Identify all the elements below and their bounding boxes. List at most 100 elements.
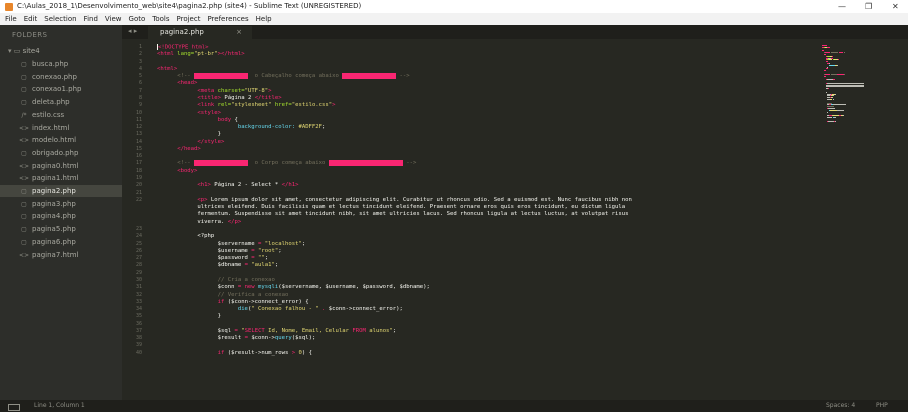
line-number: 31 (135, 284, 142, 291)
code-line[interactable]: <head> (157, 80, 197, 86)
code-line[interactable]: } (157, 313, 221, 319)
menu-tools[interactable]: Tools (152, 15, 169, 23)
code-line[interactable]: fermentum. Suspendisse sit amet tincidun… (157, 211, 628, 217)
sidebar-file[interactable]: <> pagina0.html (0, 160, 122, 172)
code-token: rel= (217, 102, 232, 109)
code-line[interactable]: <h1> Página 2 - Select * </h1> (157, 182, 298, 188)
code-line[interactable]: <!DOCTYPE html> (157, 44, 209, 51)
sidebar-file[interactable]: ▢ conexao.php (0, 71, 122, 83)
code-line[interactable]: ultrices eleifend. Duis facilisis quam e… (157, 204, 625, 210)
line-number: 33 (135, 298, 142, 305)
code-line[interactable]: background-color: #ADFF2F; (157, 124, 326, 130)
maximize-button[interactable]: ❐ (865, 0, 872, 13)
sidebar-file[interactable]: <> modelo.html (0, 134, 122, 146)
sidebar-file[interactable]: ▢ pagina4.php (0, 210, 122, 222)
sidebar-file[interactable]: <> pagina7.html (0, 249, 122, 261)
code-line[interactable]: </style> (157, 139, 224, 145)
code-line[interactable]: die(" Conexao falhou - " . $conn->connec… (157, 306, 403, 312)
code-line[interactable]: $password = ""; (157, 255, 269, 261)
html-file-icon: <> (19, 175, 30, 183)
code-line[interactable]: <title> Página 2 </title> (157, 94, 281, 101)
minimap-line (833, 79, 835, 81)
code-line[interactable]: <html lang="pt-br"></html> (157, 51, 245, 57)
sidebar-file[interactable]: <> pagina1.html (0, 172, 122, 184)
sidebar-file[interactable]: ▢ pagina6.php (0, 236, 122, 248)
code-token: "root" (258, 247, 279, 254)
sidebar-file[interactable]: ▢ pagina5.php (0, 223, 122, 235)
code-line[interactable]: <meta charset="UTF-8"> (157, 88, 271, 94)
sidebar-file-label: pagina0.html (32, 161, 79, 170)
line-number: 21 (135, 189, 142, 196)
code-line[interactable]: $dbname = "aula1"; (157, 262, 279, 269)
tab-pagina2[interactable]: pagina2.php × (148, 26, 252, 39)
code-line[interactable]: $conn = new mysqli($servername, $usernam… (157, 284, 430, 290)
minimap-line (830, 73, 838, 75)
line-number: 15 (135, 145, 142, 152)
code-line[interactable]: </head> (157, 146, 201, 152)
minimap[interactable] (818, 39, 908, 400)
code-token: <style> (157, 109, 221, 116)
menu-goto[interactable]: Goto (129, 15, 146, 23)
folder-site4[interactable]: ▾ ▭ site4 (0, 45, 122, 57)
code-line[interactable]: $sql = "SELECT Id, Nome, Email, Celular … (157, 328, 397, 334)
panel-toggle-icon[interactable] (8, 404, 20, 411)
close-button[interactable]: ✕ (892, 0, 899, 13)
code-line[interactable]: $servername = "localhost"; (157, 241, 306, 247)
code-line[interactable]: $result = $conn->query($sql); (157, 335, 316, 342)
tab-bar: ◂ ▸ pagina2.php × (122, 25, 908, 39)
code-line[interactable]: <link rel="stylesheet" href="estilo.css"… (157, 102, 335, 109)
code-token: ; (274, 262, 279, 269)
menu-project[interactable]: Project (177, 15, 201, 23)
menu-file[interactable]: File (5, 15, 17, 23)
menu-find[interactable]: Find (84, 15, 98, 23)
syntax-mode[interactable]: PHP (876, 400, 888, 412)
code-line[interactable]: body { (157, 117, 238, 123)
menu-edit[interactable]: Edit (24, 15, 38, 23)
minimap-line (830, 52, 839, 54)
sidebar-file[interactable]: /* estilo.css (0, 109, 122, 121)
sidebar-file[interactable]: ▢ busca.php (0, 58, 122, 70)
code-line[interactable]: <body> (157, 168, 197, 174)
code-line[interactable]: // Verifica a conexao (157, 291, 289, 298)
code-token: } (157, 131, 221, 138)
sidebar-file-label: obrigado.php (32, 148, 79, 157)
code-line[interactable]: <html> (157, 66, 177, 72)
sidebar-file[interactable]: ▢ obrigado.php (0, 147, 122, 159)
code-line[interactable]: <style> (157, 110, 221, 116)
tab-nav-arrows-icon[interactable]: ◂ ▸ (128, 27, 137, 35)
code-line[interactable]: <p> Lorem ipsum dolor sit amet, consecte… (157, 197, 631, 203)
file-icon: ▢ (21, 149, 27, 157)
code-line[interactable]: if ($result->num_rows > 0) { (157, 350, 312, 356)
code-token: <title> (157, 94, 221, 101)
code-token: Página 2 (221, 94, 255, 101)
sidebar-file[interactable]: ▢ deleta.php (0, 96, 122, 108)
code-line[interactable]: } (157, 131, 221, 137)
code-token: } (157, 313, 221, 320)
minimap-line (837, 73, 844, 75)
code-line[interactable]: if ($conn->connect_error) { (157, 299, 309, 305)
code-area[interactable]: <!DOCTYPE html> <html lang="pt-br"></html… (157, 39, 817, 400)
code-editor[interactable]: 1 2 3 4 5 6 7 8 9 10 11 12 13 14 15 16 17 18 19 20 21 22 23 24 2… (122, 39, 908, 400)
indentation-setting[interactable]: Spaces: 4 (826, 400, 855, 412)
code-line[interactable]: $username = "root"; (157, 248, 282, 254)
code-line[interactable]: viverra. </p> (157, 219, 241, 225)
code-token: <html (157, 51, 178, 58)
tab-close-icon[interactable]: × (236, 26, 242, 39)
code-token: // Verifica a conexao (157, 291, 289, 298)
sidebar-file[interactable]: ▢ pagina2.php (0, 185, 122, 197)
menu-selection[interactable]: Selection (44, 15, 76, 23)
code-line[interactable]: <!-- ================ o Cabeçalho começa… (157, 73, 410, 80)
menu-view[interactable]: View (105, 15, 122, 23)
menu-help[interactable]: Help (256, 15, 272, 23)
menu-preferences[interactable]: Preferences (207, 15, 248, 23)
code-token: ($sql); (291, 335, 316, 342)
code-line[interactable]: <!-- ================ o Corpo começa aba… (157, 160, 416, 167)
code-line[interactable]: <?php (157, 233, 214, 239)
minimize-button[interactable]: — (838, 0, 846, 13)
code-token: <link (157, 102, 218, 109)
sidebar-file[interactable]: <> index.html (0, 122, 122, 134)
sidebar-file[interactable]: ▢ pagina3.php (0, 198, 122, 210)
code-line[interactable]: // Cria a conexao (157, 277, 275, 283)
sidebar-file[interactable]: ▢ conexao1.php (0, 83, 122, 95)
code-token: ($result->num_rows (227, 349, 292, 356)
